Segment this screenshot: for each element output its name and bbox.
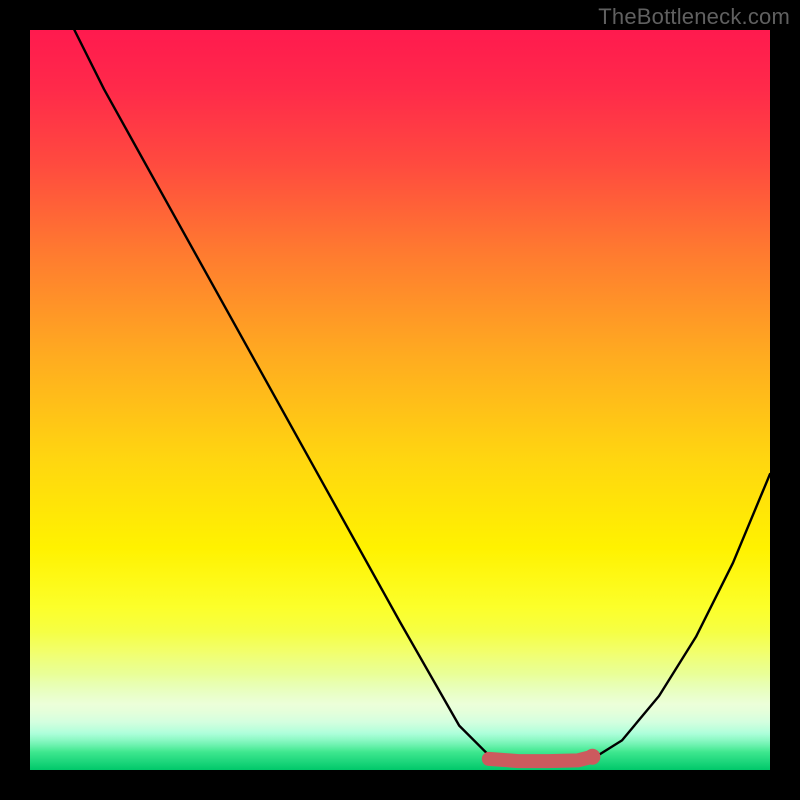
curves-svg	[30, 30, 770, 770]
plot-area	[30, 30, 770, 770]
valley-end-dot	[584, 749, 600, 765]
stage: TheBottleneck.com	[0, 0, 800, 800]
right-curve	[592, 474, 770, 759]
watermark-text: TheBottleneck.com	[598, 4, 790, 30]
left-curve	[74, 30, 503, 759]
valley-highlight	[489, 757, 593, 761]
